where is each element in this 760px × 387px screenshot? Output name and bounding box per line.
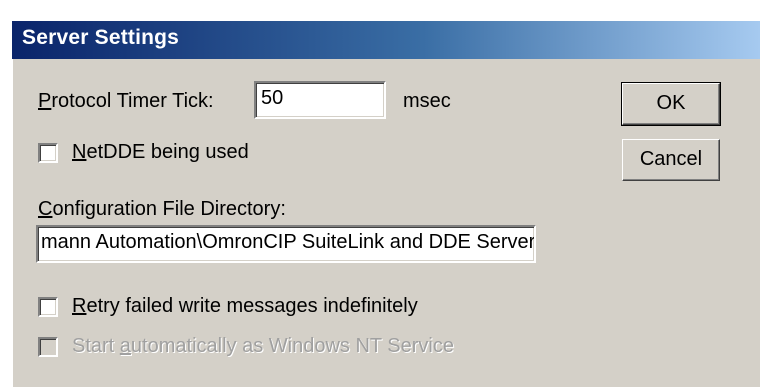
window-title: Server Settings: [22, 26, 180, 49]
netdde-label[interactable]: NetDDE being used: [72, 141, 249, 164]
nt-service-label-text: utomatically as Windows NT Service: [130, 335, 454, 357]
nt-service-checkbox: [38, 337, 58, 357]
protocol-timer-accel: P: [38, 90, 52, 112]
retry-label[interactable]: Retry failed write messages indefinitely: [72, 295, 418, 318]
retry-checkbox[interactable]: [38, 297, 58, 317]
retry-accel: R: [72, 295, 87, 317]
protocol-timer-label-text: rotocol Timer Tick:: [51, 90, 214, 112]
cancel-button[interactable]: Cancel: [622, 139, 720, 181]
ok-button[interactable]: OK: [621, 82, 721, 126]
netdde-checkbox[interactable]: [38, 143, 58, 163]
msec-unit-label: msec: [403, 90, 451, 112]
config-dir-input[interactable]: mann Automation\OmronCIP SuiteLink and D…: [36, 225, 536, 263]
title-bar[interactable]: Server Settings: [12, 21, 760, 59]
protocol-timer-input[interactable]: 50: [254, 81, 386, 119]
netdde-label-text: etDDE being used: [86, 141, 249, 163]
server-settings-dialog: Server Settings Protocol Timer Tick: 50 …: [12, 21, 760, 387]
protocol-timer-label: Protocol Timer Tick:: [38, 90, 214, 113]
config-dir-label: Configuration File Directory:: [38, 198, 286, 221]
config-dir-label-text: onfiguration File Directory:: [52, 198, 286, 220]
config-dir-accel: C: [38, 198, 53, 220]
retry-label-text: etry failed write messages indefinitely: [86, 295, 418, 317]
netdde-accel: N: [72, 141, 87, 163]
nt-service-label: Start automatically as Windows NT Servic…: [72, 335, 454, 358]
nt-service-label-prefix: Start: [72, 335, 120, 357]
nt-service-accel: a: [119, 335, 131, 357]
